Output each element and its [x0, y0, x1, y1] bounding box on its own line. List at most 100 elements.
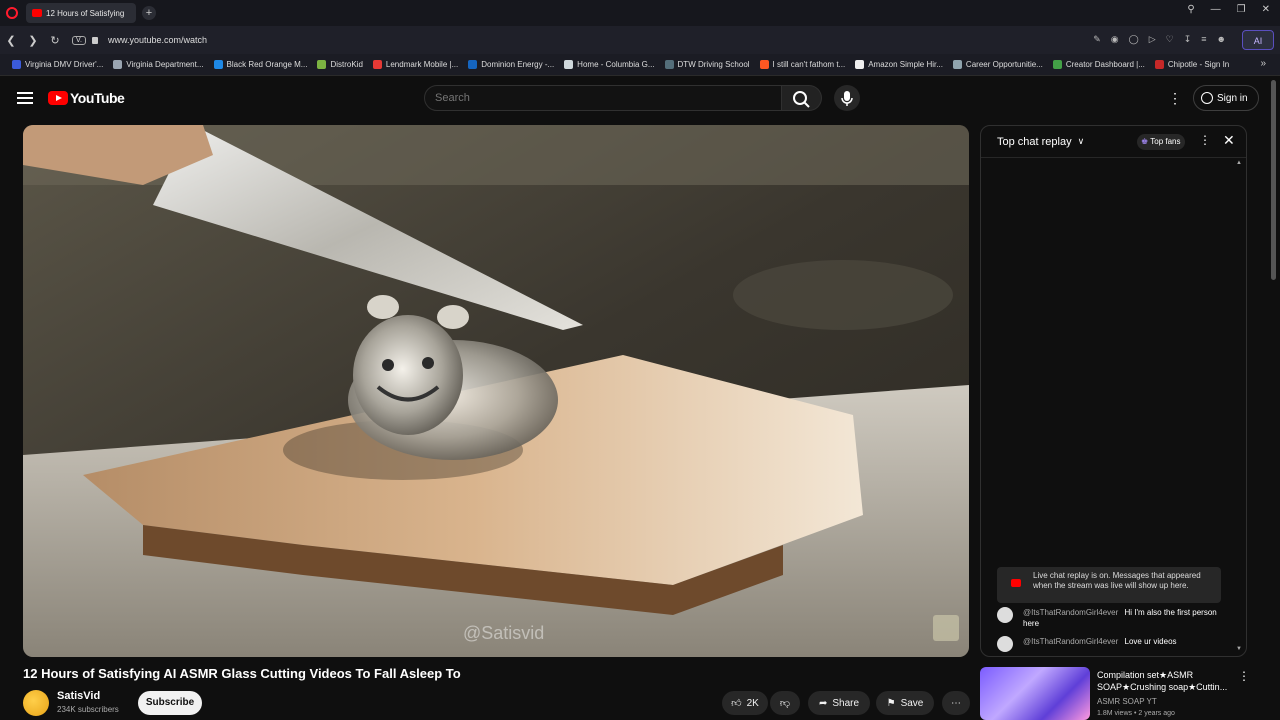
bookmark-label: Chipotle - Sign In — [1167, 60, 1230, 69]
download-icon[interactable]: ↧ — [1184, 34, 1192, 45]
recommendation-channel[interactable]: ASMR SOAP YT — [1097, 697, 1157, 706]
recommendation-meta: 1.8M views • 2 years ago — [1097, 710, 1175, 717]
channel-name[interactable]: SatisVid — [57, 690, 100, 702]
heart-icon[interactable]: ♡ — [1166, 34, 1174, 45]
chat-more-icon[interactable]: ⋮ — [1199, 133, 1211, 147]
reload-icon[interactable]: ↻ — [44, 34, 66, 47]
bookmark-favicon-icon — [1154, 60, 1164, 69]
lock-icon[interactable] — [91, 36, 98, 44]
more-actions-button[interactable]: ⋯ — [942, 691, 970, 715]
opera-logo-icon[interactable] — [6, 7, 18, 19]
bookmark-label: Virginia DMV Driver'... — [25, 60, 104, 69]
bookmark-label: Creator Dashboard |... — [1065, 60, 1145, 69]
window-controls: ⚲ — ❐ ✕ — [1187, 4, 1270, 15]
ai-button[interactable]: AI — [1242, 30, 1274, 50]
video-player[interactable]: @Satisvid — [23, 125, 969, 657]
bookmark-item[interactable]: Amazon Simple Hir... — [851, 60, 947, 69]
bookmark-label: Virginia Department... — [126, 60, 204, 69]
browser-tab[interactable]: 12 Hours of Satisfying — [26, 3, 136, 23]
bookmark-favicon-icon — [759, 60, 769, 69]
live-chat-panel: Top chat replay ∨ ♚ Top fans ⋮ ✕ ▲ Live … — [980, 125, 1247, 657]
subscribe-button[interactable]: Subscribe — [138, 691, 202, 715]
bookmark-item[interactable]: Dominion Energy -... — [464, 60, 558, 69]
bookmark-item[interactable]: Black Red Orange M... — [210, 60, 312, 69]
bookmark-item[interactable]: Virginia DMV Driver'... — [8, 60, 107, 69]
chat-mode-dropdown[interactable]: Top chat replay — [997, 136, 1072, 148]
address-bar: ❮ ❯ ↻ V. www.youtube.com/watch ✎ ◉ ◯ ▷ ♡… — [0, 26, 1280, 54]
chat-text: Love ur videos — [1124, 637, 1177, 646]
scroll-up-icon[interactable]: ▲ — [1236, 160, 1242, 166]
bookmark-item[interactable]: Creator Dashboard |... — [1049, 60, 1149, 69]
minimize-button[interactable]: — — [1211, 4, 1221, 15]
bookmarks-bar: Virginia DMV Driver'... Virginia Departme… — [0, 54, 1280, 76]
like-button[interactable]: 👍︎ 2K — [722, 691, 768, 715]
search-button[interactable] — [782, 85, 822, 111]
search-box — [424, 85, 782, 111]
bookmark-item[interactable]: Chipotle - Sign In — [1151, 60, 1233, 69]
back-icon[interactable]: ❮ — [0, 34, 22, 47]
address-bar-actions: ✎ ◉ ◯ ▷ ♡ ↧ ≡ ☻ — [1093, 34, 1226, 45]
bookmark-item[interactable]: Lendmark Mobile |... — [369, 60, 462, 69]
scroll-down-icon[interactable]: ▼ — [1236, 646, 1242, 652]
save-label: Save — [900, 697, 924, 709]
bookmark-favicon-icon — [468, 60, 478, 69]
recommendation-thumbnail[interactable] — [980, 667, 1090, 720]
bookmark-label: Black Red Orange M... — [226, 60, 308, 69]
hamburger-menu-icon[interactable] — [17, 92, 33, 104]
camera-icon[interactable]: ◉ — [1111, 34, 1119, 45]
youtube-notice-icon — [1011, 579, 1021, 587]
bookmark-item[interactable]: Career Opportunitie... — [949, 60, 1047, 69]
top-fans-badge[interactable]: ♚ Top fans — [1137, 134, 1185, 150]
forward-icon[interactable]: ❯ — [22, 34, 44, 47]
more-horizontal-icon: ⋯ — [951, 697, 961, 709]
account-circle-icon — [1201, 92, 1213, 104]
recommendation-more-icon[interactable]: ⋮ — [1238, 669, 1250, 683]
youtube-logo[interactable]: YouTube — [48, 90, 125, 106]
profile-icon[interactable]: ☻ — [1217, 34, 1226, 45]
bookmark-label: I still can't fathom t... — [772, 60, 846, 69]
edit-icon[interactable]: ✎ — [1093, 34, 1101, 45]
bookmark-icon: ⚑ — [886, 697, 896, 709]
close-window-button[interactable]: ✕ — [1262, 4, 1270, 15]
menu-icon[interactable]: ≡ — [1201, 34, 1206, 45]
thumbs-down-icon: 👎︎ — [779, 698, 791, 709]
bookmark-item[interactable]: Virginia Department... — [109, 60, 207, 69]
thumbs-up-icon: 👍︎ — [731, 698, 742, 709]
bookmark-item[interactable]: I still can't fathom t... — [756, 60, 850, 69]
chat-avatar[interactable] — [997, 636, 1013, 652]
bookmark-item[interactable]: DTW Driving School — [661, 60, 754, 69]
search-tabs-icon[interactable]: ⚲ — [1187, 4, 1194, 15]
share-button[interactable]: ➦ Share — [808, 691, 870, 715]
shield-icon[interactable]: ◯ — [1129, 34, 1139, 45]
bookmark-item[interactable]: Home - Columbia G... — [560, 60, 658, 69]
bookmarks-overflow-icon[interactable]: » — [1260, 58, 1266, 69]
channel-avatar[interactable] — [23, 690, 49, 716]
search-input[interactable] — [425, 86, 781, 110]
close-icon[interactable]: ✕ — [1223, 132, 1235, 149]
bookmark-favicon-icon — [952, 60, 962, 69]
bookmark-favicon-icon — [855, 60, 865, 69]
chat-author[interactable]: @ItsThatRandomGirl4ever — [1023, 637, 1118, 646]
bookmark-favicon-icon — [372, 60, 382, 69]
chat-author[interactable]: @ItsThatRandomGirl4ever — [1023, 608, 1118, 617]
bookmark-label: Lendmark Mobile |... — [385, 60, 459, 69]
new-tab-button[interactable]: + — [142, 6, 156, 20]
save-button[interactable]: ⚑ Save — [876, 691, 934, 715]
restore-button[interactable]: ❐ — [1237, 4, 1246, 15]
dislike-button[interactable]: 👎︎ — [770, 691, 800, 715]
vpn-badge[interactable]: V. — [72, 35, 86, 45]
bookmark-favicon-icon — [213, 60, 223, 69]
chat-message: @ItsThatRandomGirl4ever Hi I'm also the … — [997, 607, 1217, 629]
settings-more-icon[interactable]: ⋮ — [1168, 90, 1182, 107]
bookmark-item[interactable]: DistroKid — [313, 60, 366, 69]
play-icon[interactable]: ▷ — [1149, 34, 1156, 45]
chevron-down-icon[interactable]: ∨ — [1078, 136, 1085, 147]
voice-search-button[interactable] — [834, 85, 860, 111]
youtube-logo-text: YouTube — [70, 90, 125, 106]
bookmark-label: Dominion Energy -... — [481, 60, 555, 69]
sign-in-button[interactable]: Sign in — [1193, 85, 1259, 111]
page-scrollbar[interactable] — [1271, 80, 1276, 280]
recommendation-title[interactable]: Compilation set★ASMR SOAP★Crushing soap★… — [1097, 669, 1237, 693]
url-field[interactable]: www.youtube.com/watch — [108, 35, 207, 45]
chat-avatar[interactable] — [997, 607, 1013, 623]
